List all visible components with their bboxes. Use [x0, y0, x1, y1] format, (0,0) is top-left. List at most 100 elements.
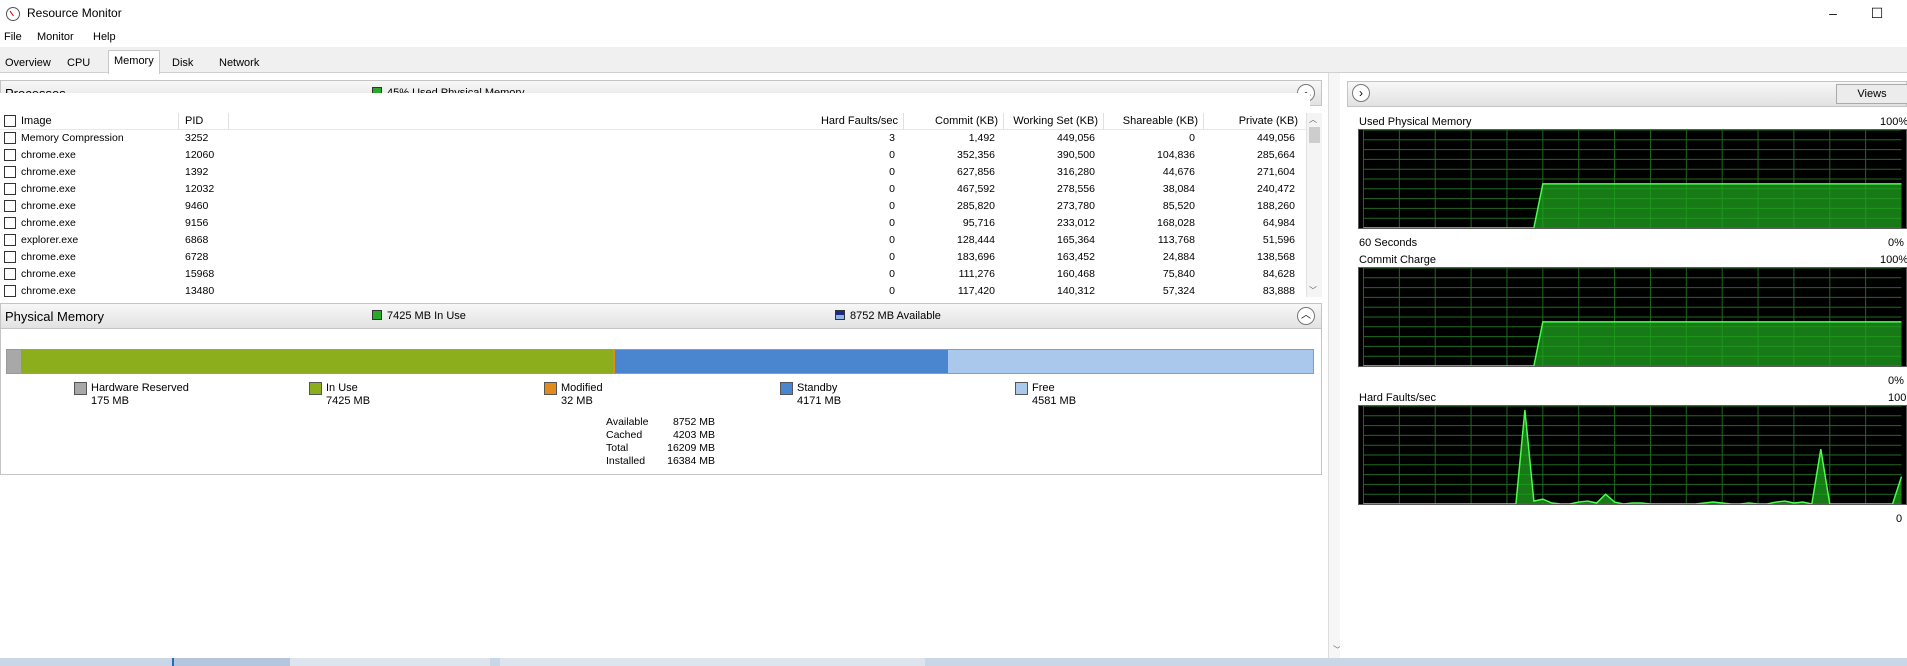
table-row[interactable]: chrome.exe 9460 0 285,820 273,780 85,520 188,2… — [0, 198, 1310, 215]
cell-hard-faults: 0 — [889, 166, 895, 178]
cell-image: chrome.exe — [21, 166, 76, 178]
select-all-checkbox[interactable] — [4, 115, 16, 127]
tab-disk[interactable]: Disk — [167, 54, 198, 73]
cell-working-set: 160,468 — [1057, 268, 1095, 280]
col-shareable[interactable]: Shareable (KB) — [1100, 115, 1198, 127]
taskbar-item[interactable] — [500, 658, 925, 666]
commit-charge-series-area — [1363, 321, 1902, 366]
green-legend-square — [372, 310, 382, 320]
column-separator[interactable] — [1203, 113, 1204, 130]
tab-overview[interactable]: Overview — [0, 54, 56, 73]
cell-private: 188,260 — [1257, 200, 1295, 212]
table-row[interactable]: chrome.exe 6728 0 183,696 163,452 24,884 138,5… — [0, 249, 1310, 266]
cell-commit: 627,856 — [957, 166, 995, 178]
menu-file[interactable]: File — [4, 31, 22, 43]
cell-shareable: 104,836 — [1157, 149, 1195, 161]
tab-cpu[interactable]: CPU — [62, 54, 95, 73]
col-hard-faults[interactable]: Hard Faults/sec — [800, 115, 898, 127]
cell-private: 138,568 — [1257, 251, 1295, 263]
column-separator[interactable] — [228, 113, 229, 130]
scroll-up-arrow[interactable]: ︿ — [1309, 114, 1317, 125]
cell-private: 240,472 — [1257, 183, 1295, 195]
row-checkbox[interactable] — [4, 132, 16, 144]
memory-bar-segment-in-use — [20, 350, 613, 373]
column-separator[interactable] — [1003, 113, 1004, 130]
tab-memory[interactable]: Memory — [108, 50, 160, 74]
column-header-row: Image PID Hard Faults/sec Commit (KB) Wo… — [0, 113, 1310, 130]
menu-help[interactable]: Help — [93, 31, 116, 43]
cell-pid: 15968 — [185, 268, 215, 280]
row-checkbox[interactable] — [4, 251, 16, 263]
legend-swatch — [74, 382, 87, 395]
row-checkbox[interactable] — [4, 200, 16, 212]
memory-bar-segment-hardware-reserved — [7, 350, 21, 373]
processes-scrollbar[interactable]: ︿ ﹀ — [1306, 113, 1322, 297]
column-separator[interactable] — [178, 113, 179, 130]
graph-time-span: 60 Seconds — [1359, 237, 1418, 249]
pane-splitter[interactable] — [1328, 73, 1340, 666]
col-private[interactable]: Private (KB) — [1200, 115, 1298, 127]
cell-working-set: 273,780 — [1057, 200, 1095, 212]
row-checkbox[interactable] — [4, 183, 16, 195]
table-row[interactable]: chrome.exe 13480 0 117,420 140,312 57,324 83,8… — [0, 283, 1310, 300]
maximize-button[interactable]: ☐ — [1862, 2, 1892, 24]
col-image[interactable]: Image — [21, 115, 52, 127]
cell-hard-faults: 0 — [889, 200, 895, 212]
cell-image: explorer.exe — [21, 234, 79, 246]
cell-hard-faults: 0 — [889, 285, 895, 297]
legend-swatch — [309, 382, 322, 395]
collapse-physical-memory-button[interactable]: ︿ — [1297, 307, 1315, 325]
legend-value: 4581 MB — [1032, 395, 1077, 407]
legend-label: Hardware Reserved — [91, 382, 189, 394]
cell-commit: 1,492 — [968, 132, 995, 144]
cell-commit: 183,696 — [957, 251, 995, 263]
row-checkbox[interactable] — [4, 234, 16, 246]
graph-min-used-physical-memory: 0% — [1888, 237, 1904, 249]
scroll-thumb[interactable] — [1309, 127, 1320, 143]
row-checkbox[interactable] — [4, 268, 16, 280]
row-checkbox[interactable] — [4, 149, 16, 161]
cell-pid: 13480 — [185, 285, 215, 297]
table-row[interactable]: chrome.exe 1392 0 627,856 316,280 44,676 271,6… — [0, 164, 1310, 181]
cell-image: chrome.exe — [21, 200, 76, 212]
cell-hard-faults: 3 — [889, 132, 895, 144]
scroll-down-arrow[interactable]: ﹀ — [1309, 285, 1317, 296]
menu-monitor[interactable]: Monitor — [37, 31, 74, 43]
column-separator[interactable] — [1103, 113, 1104, 130]
table-row[interactable]: Memory Compression 3252 3 1,492 449,056 0 449,… — [0, 130, 1310, 147]
hard-faults-series-area — [1363, 409, 1902, 504]
cell-image: chrome.exe — [21, 251, 76, 263]
tab-network[interactable]: Network — [214, 54, 264, 73]
table-row[interactable]: explorer.exe 6868 0 128,444 165,364 113,768 51… — [0, 232, 1310, 249]
cell-private: 51,596 — [1262, 234, 1295, 246]
summary-label: Installed — [606, 455, 646, 467]
cell-pid: 1392 — [185, 166, 209, 178]
table-row[interactable]: chrome.exe 9156 0 95,716 233,012 168,028 64,98… — [0, 215, 1310, 232]
graph-min-hard-faults: 0 — [1896, 513, 1903, 525]
physical-memory-header[interactable]: Physical Memory 7425 MB In Use 8752 MB A… — [0, 303, 1322, 329]
col-commit[interactable]: Commit (KB) — [900, 115, 998, 127]
row-checkbox[interactable] — [4, 217, 16, 229]
graph-max-commit-charge: 100% — [1880, 254, 1907, 266]
cell-working-set: 163,452 — [1057, 251, 1095, 263]
col-pid[interactable]: PID — [185, 115, 203, 127]
minimize-button[interactable]: – — [1818, 2, 1848, 24]
graph-max-hard-faults: 100 — [1888, 392, 1907, 404]
table-row[interactable]: chrome.exe 12060 0 352,356 390,500 104,836 285… — [0, 147, 1310, 164]
row-checkbox[interactable] — [4, 285, 16, 297]
table-row[interactable]: chrome.exe 12032 0 467,592 278,556 38,084 240,… — [0, 181, 1310, 198]
row-checkbox[interactable] — [4, 166, 16, 178]
taskbar-item[interactable] — [290, 658, 490, 666]
cell-working-set: 165,364 — [1057, 234, 1095, 246]
expand-graphs-button[interactable]: › — [1352, 84, 1370, 102]
legend-value: 4171 MB — [797, 395, 842, 407]
graph-label-commit-charge: Commit Charge — [1359, 254, 1437, 266]
taskbar-item[interactable] — [172, 658, 290, 666]
column-separator[interactable] — [903, 113, 904, 130]
views-button[interactable]: Views — [1836, 84, 1907, 104]
summary-value: 4203 MB — [672, 429, 715, 441]
table-row[interactable]: chrome.exe 15968 0 111,276 160,468 75,840 84,6… — [0, 266, 1310, 283]
col-working-set[interactable]: Working Set (KB) — [1000, 115, 1098, 127]
physical-memory-title: Physical Memory — [5, 309, 104, 324]
tab-bar: Overview CPU Memory Disk Network — [0, 47, 1907, 74]
